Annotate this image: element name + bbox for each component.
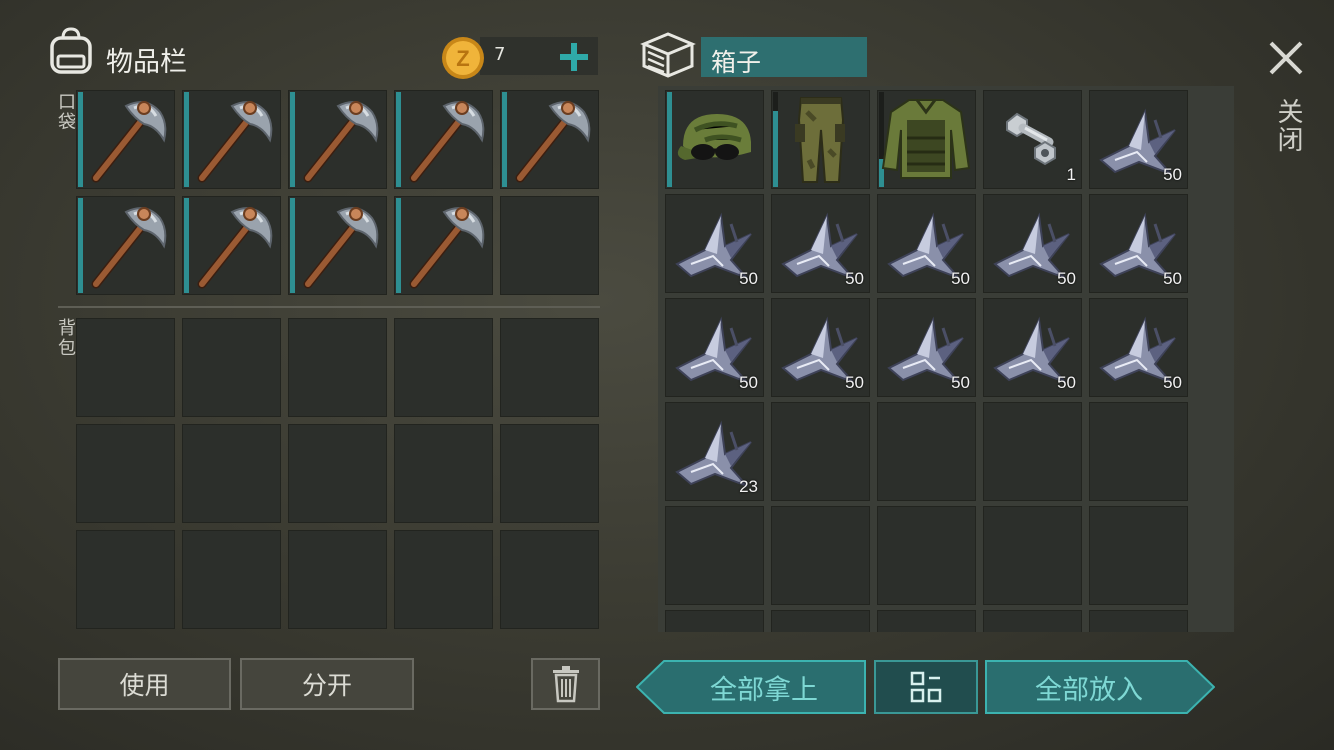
pocket-slot[interactable] — [394, 196, 493, 295]
pocket-slot[interactable] — [182, 196, 281, 295]
container-slot[interactable]: 50 — [877, 194, 976, 293]
backpack-slot[interactable] — [182, 424, 281, 523]
container-slot[interactable] — [665, 506, 764, 605]
svg-text:Z: Z — [456, 46, 469, 71]
stack-count: 50 — [845, 373, 864, 392]
backpack-slot[interactable] — [394, 424, 493, 523]
container-slot[interactable]: 50 — [771, 298, 870, 397]
container-slot[interactable]: 50 — [1089, 298, 1188, 397]
close-label: 关闭 — [1273, 98, 1303, 154]
container-slot[interactable]: 50 — [877, 298, 976, 397]
stack-count: 50 — [1163, 269, 1182, 288]
container-slot[interactable] — [877, 506, 976, 605]
container-slot[interactable]: 50 — [983, 194, 1082, 293]
backpack-slot[interactable] — [288, 424, 387, 523]
stack-count: 50 — [1163, 373, 1182, 392]
pocket-slot[interactable] — [76, 90, 175, 189]
stack-count: 50 — [1057, 269, 1076, 288]
container-panel: 1 50 50 50 50 50 50 50 50 50 50 50 23 — [658, 86, 1234, 632]
container-slot[interactable] — [1089, 402, 1188, 501]
trash-button[interactable] — [531, 658, 600, 710]
use-button[interactable]: 使用 — [58, 658, 231, 710]
backpack-slot[interactable] — [288, 318, 387, 417]
container-title: 箱子 — [711, 48, 762, 77]
container-slot[interactable] — [771, 90, 870, 189]
take-all-button[interactable]: 全部拿上 — [636, 660, 866, 714]
backpack-label: 背包 — [55, 318, 76, 358]
coin-counter: Z 7 — [440, 35, 600, 79]
put-all-label: 全部放入 — [1035, 674, 1143, 706]
stack-count: 50 — [951, 269, 970, 288]
container-slot[interactable]: 50 — [1089, 90, 1188, 189]
backpack-slot[interactable] — [288, 530, 387, 629]
section-divider — [58, 306, 600, 308]
pocket-slot[interactable] — [76, 196, 175, 295]
container-slot[interactable] — [1089, 610, 1188, 632]
backpack-slot[interactable] — [182, 530, 281, 629]
pocket-label: 口袋 — [55, 92, 76, 132]
container-slot[interactable] — [1089, 506, 1188, 605]
container-slot[interactable] — [771, 610, 870, 632]
stack-count: 50 — [951, 373, 970, 392]
container-slot[interactable] — [983, 402, 1082, 501]
container-slot[interactable]: 50 — [1089, 194, 1188, 293]
grid-icon — [910, 671, 942, 703]
stack-count: 50 — [1163, 165, 1182, 184]
close-icon — [1269, 41, 1303, 75]
split-label: 分开 — [301, 671, 352, 700]
put-all-button[interactable]: 全部放入 — [985, 660, 1215, 714]
stack-count: 50 — [1057, 373, 1076, 392]
container-slot[interactable] — [983, 506, 1082, 605]
backpack-slot[interactable] — [500, 530, 599, 629]
stack-count: 1 — [1066, 165, 1076, 184]
container-slot[interactable]: 1 — [983, 90, 1082, 189]
pocket-slot[interactable] — [182, 90, 281, 189]
container-slot[interactable] — [665, 610, 764, 632]
container-name-field[interactable]: 箱子 — [701, 37, 867, 77]
container-slot[interactable]: 50 — [665, 298, 764, 397]
close-button[interactable]: 关闭 — [1262, 36, 1310, 166]
container-slot[interactable]: 50 — [983, 298, 1082, 397]
stack-count: 23 — [739, 477, 758, 496]
container-slot[interactable] — [771, 506, 870, 605]
backpack-slot[interactable] — [182, 318, 281, 417]
use-label: 使用 — [119, 671, 170, 700]
pocket-slot[interactable] — [288, 196, 387, 295]
container-slot[interactable]: 50 — [665, 194, 764, 293]
backpack-icon — [46, 26, 96, 76]
trash-icon — [552, 666, 579, 703]
stack-count: 50 — [845, 269, 864, 288]
container-slot[interactable]: 50 — [771, 194, 870, 293]
stack-count: 50 — [739, 269, 758, 288]
inventory-title: 物品栏 — [106, 47, 187, 78]
crate-icon — [640, 30, 696, 80]
add-coins-button[interactable] — [558, 41, 590, 73]
pocket-slot[interactable] — [500, 90, 599, 189]
container-slot[interactable] — [877, 610, 976, 632]
container-slot[interactable]: 23 — [665, 402, 764, 501]
plus-icon — [560, 43, 588, 71]
container-slot[interactable] — [877, 402, 976, 501]
container-slot[interactable] — [877, 90, 976, 189]
backpack-slot[interactable] — [394, 318, 493, 417]
container-slot[interactable] — [983, 610, 1082, 632]
coin-amount: 7 — [494, 44, 506, 65]
backpack-slot[interactable] — [76, 318, 175, 417]
split-button[interactable]: 分开 — [240, 658, 414, 710]
container-slot[interactable] — [771, 402, 870, 501]
backpack-slot[interactable] — [500, 318, 599, 417]
take-all-label: 全部拿上 — [710, 674, 818, 706]
sort-button[interactable] — [874, 660, 978, 714]
backpack-slot[interactable] — [394, 530, 493, 629]
coin-icon: Z — [440, 35, 486, 81]
stack-count: 50 — [739, 373, 758, 392]
backpack-slot[interactable] — [76, 530, 175, 629]
pocket-slot[interactable] — [394, 90, 493, 189]
container-slot[interactable] — [665, 90, 764, 189]
backpack-slot[interactable] — [500, 424, 599, 523]
pocket-slot[interactable] — [288, 90, 387, 189]
pocket-slot[interactable] — [500, 196, 599, 295]
backpack-slot[interactable] — [76, 424, 175, 523]
